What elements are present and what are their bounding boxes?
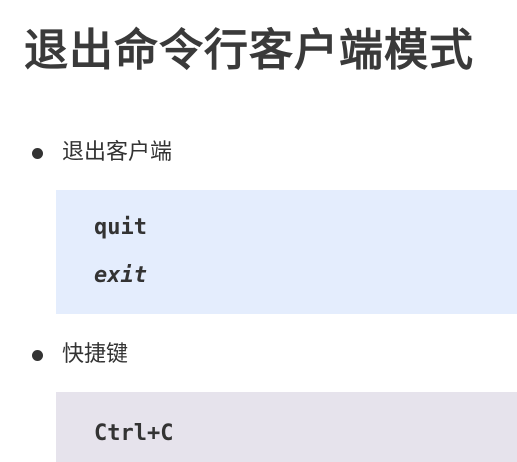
- bullet-item-exit-client: 退出客户端: [32, 136, 172, 170]
- code-line-ctrl-c: Ctrl+C: [94, 421, 174, 446]
- bullet-label: 退出客户端: [62, 140, 173, 165]
- code-line-quit: quit: [94, 215, 147, 240]
- code-line-exit: exit: [94, 263, 147, 288]
- page-title: 退出命令行客户端模式: [24, 25, 474, 76]
- bullet-item-shortcut: 快捷键: [32, 338, 128, 372]
- code-block-shortcut: Ctrl+C: [56, 392, 517, 462]
- bullet-icon: [32, 147, 43, 159]
- bullet-icon: [32, 349, 43, 361]
- code-block-exit-commands: quit exit: [56, 190, 517, 314]
- bullet-label: 快捷键: [62, 342, 129, 367]
